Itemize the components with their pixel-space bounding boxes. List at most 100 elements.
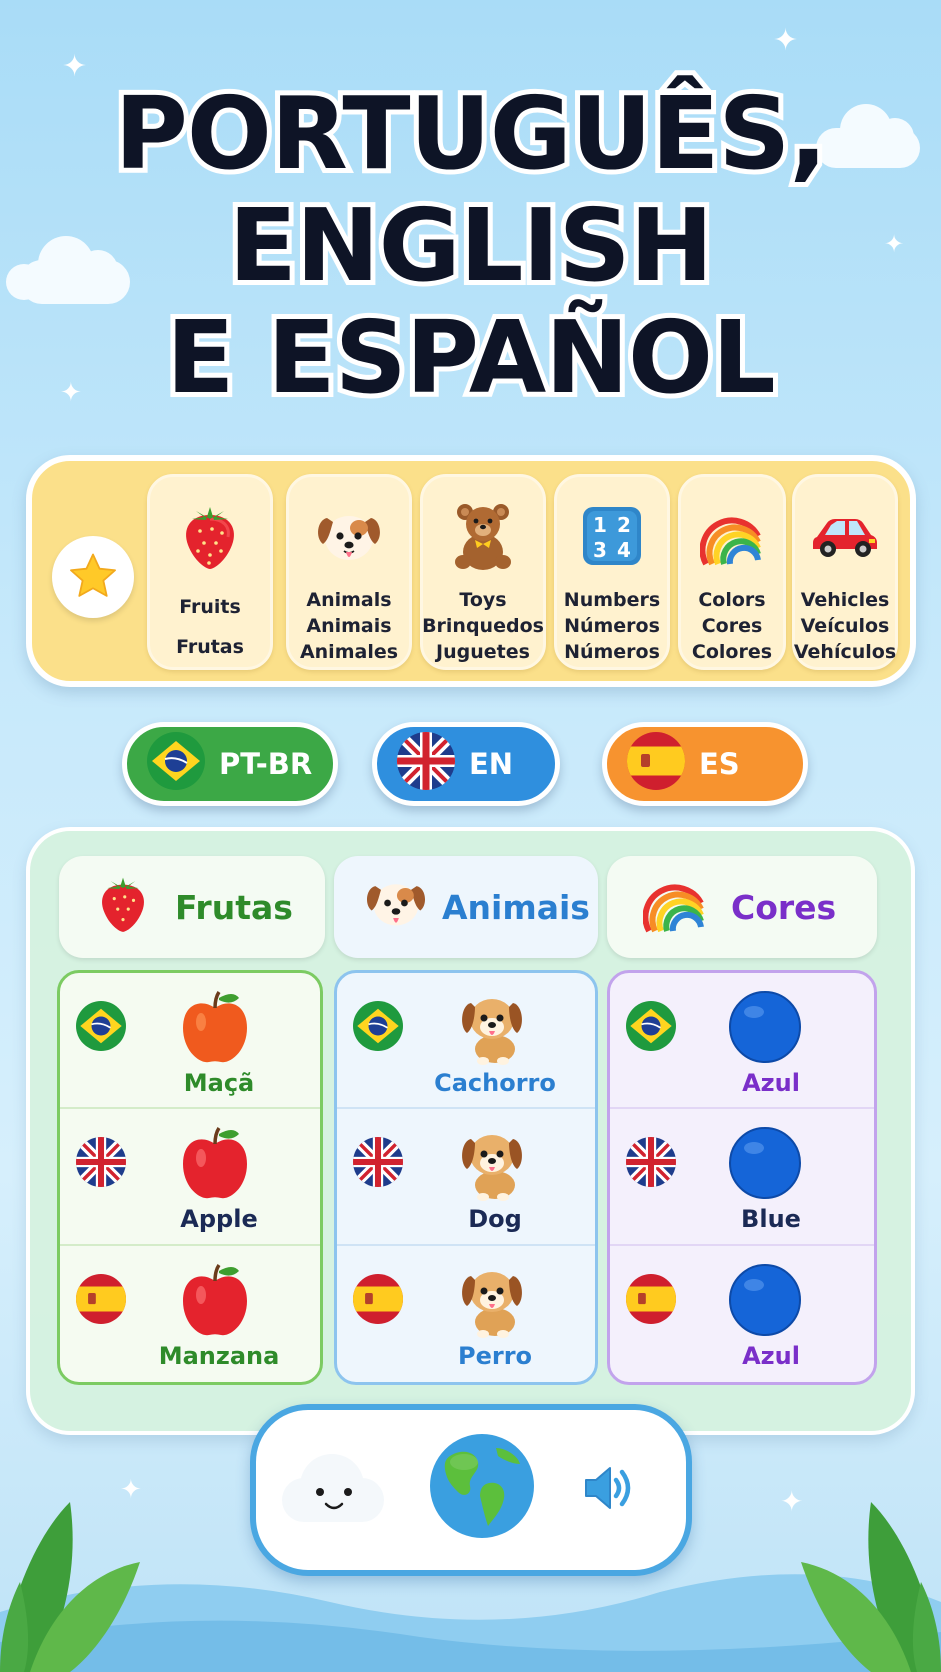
uk-flag-icon (353, 1137, 403, 1191)
blue-circle-icon (725, 1260, 805, 1340)
word-card[interactable]: Maçã (60, 973, 320, 1110)
strawberry-icon (95, 872, 151, 942)
word-card[interactable]: Dog (337, 1109, 595, 1246)
language-button-en[interactable]: EN (372, 722, 560, 806)
svg-text:2: 2 (617, 513, 631, 537)
uk-flag-icon (76, 1137, 126, 1191)
category-label: Colors (698, 589, 766, 611)
category-card-fruits[interactable]: Fruits Frutas (147, 474, 273, 670)
red-apple-icon (175, 1123, 255, 1203)
category-label: Toys (459, 589, 507, 611)
category-label: Fruits (179, 596, 241, 618)
spain-flag-icon (76, 1273, 126, 1328)
vocabulary-panel: Frutas Animais Cores Maçã Apple Manzana (26, 827, 915, 1435)
word-card[interactable]: Perro (337, 1246, 595, 1382)
category-card-colors[interactable]: Colors Cores Colores (678, 474, 786, 670)
brazil-flag-icon (626, 1001, 676, 1055)
rainbow-icon (642, 873, 707, 941)
puppy-icon (318, 516, 380, 560)
dog-icon (452, 1123, 532, 1203)
category-label: Vehicles (800, 589, 890, 611)
plant-leaves-right (801, 1502, 941, 1672)
mascot-button[interactable] (276, 1442, 388, 1538)
red-apple-icon (175, 1260, 255, 1340)
word-label: Cachorro (434, 1069, 556, 1097)
word-label: Apple (180, 1205, 258, 1234)
category-card-animals[interactable]: Animals Animais Animales (286, 474, 412, 670)
language-button-pt-br[interactable]: PT-BR (122, 722, 338, 806)
plant-leaves-left (0, 1502, 140, 1672)
category-label: Animals (306, 589, 392, 611)
category-label: Animais (306, 615, 392, 637)
uk-flag-icon (397, 731, 455, 797)
category-card-toys[interactable]: Toys Brinquedos Juguetes (420, 474, 546, 670)
page-title: PORTUGUÊS, ENGLISH E ESPAÑOL (0, 73, 941, 419)
language-code: ES (699, 747, 740, 781)
numbers-icon: 1 23 4 (583, 507, 641, 565)
spain-flag-icon (627, 731, 685, 797)
word-label: Maçã (183, 1069, 255, 1097)
category-label: Números (564, 641, 660, 663)
title-line: E ESPAÑOL (161, 297, 780, 419)
word-column-cores: Azul Blue Azul (607, 970, 877, 1385)
category-label: Brinquedos (422, 615, 544, 637)
category-label: Vehículos (793, 641, 897, 663)
word-column-animais: Cachorro Dog Perro (334, 970, 598, 1385)
puppy-icon (360, 873, 432, 941)
bottom-action-bar (250, 1404, 692, 1576)
dog-icon (452, 1260, 532, 1340)
category-label: Juguetes (436, 641, 530, 663)
spain-flag-icon (626, 1273, 676, 1328)
language-code: EN (469, 747, 514, 781)
word-card[interactable]: Blue (610, 1109, 874, 1246)
column-header-label: Animais (442, 887, 590, 927)
tab-cores[interactable]: Cores (607, 856, 877, 958)
brazil-flag-icon (76, 1001, 126, 1055)
language-button-es[interactable]: ES (602, 722, 808, 806)
tab-frutas[interactable]: Frutas (59, 856, 325, 958)
orange-apple-icon (175, 987, 255, 1067)
word-card[interactable]: Manzana (60, 1246, 320, 1382)
sparkle-icon: ✦ (773, 23, 799, 58)
title-line: ENGLISH (224, 185, 719, 307)
title-line: PORTUGUÊS, (110, 73, 833, 195)
svg-text:3: 3 (593, 538, 607, 562)
rainbow-icon (700, 517, 761, 566)
favorites-button[interactable] (52, 536, 134, 618)
svg-text:4: 4 (617, 538, 631, 562)
category-label: Cores (701, 615, 763, 637)
globe-icon (430, 1434, 534, 1538)
category-label: Colores (691, 641, 773, 663)
word-label: Azul (742, 1069, 800, 1097)
word-card[interactable]: Azul (610, 1246, 874, 1382)
word-label: Manzana (158, 1341, 280, 1370)
word-label: Blue (741, 1205, 801, 1234)
category-strip: Fruits Frutas Animals Animais Animales T… (26, 455, 916, 687)
car-icon (813, 519, 877, 557)
speaker-icon (585, 1467, 631, 1509)
category-label: Animales (299, 641, 399, 663)
word-card[interactable]: Apple (60, 1109, 320, 1246)
category-card-vehicles[interactable]: Vehicles Veículos Vehículos (792, 474, 898, 670)
teddy-bear-icon (455, 504, 511, 570)
dog-icon (452, 987, 532, 1067)
word-column-frutas: Maçã Apple Manzana (57, 970, 323, 1385)
category-card-numbers[interactable]: 1234 Numbers Números Números (554, 474, 670, 670)
category-label: Veículos (800, 615, 890, 637)
globe-button[interactable] (428, 1432, 536, 1540)
tab-animais[interactable]: Animais (334, 856, 598, 958)
category-label: Frutas (176, 636, 244, 658)
category-label: Numbers (563, 589, 661, 611)
category-label: Números (564, 615, 660, 637)
word-label: Azul (742, 1341, 800, 1370)
column-header-label: Cores (731, 887, 837, 927)
sound-button[interactable] (576, 1456, 640, 1520)
column-header-label: Frutas (175, 887, 293, 927)
brazil-flag-icon (147, 731, 205, 797)
word-card[interactable]: Cachorro (337, 973, 595, 1110)
uk-flag-icon (626, 1137, 676, 1191)
word-label: Perro (457, 1341, 533, 1370)
blue-circle-icon (725, 987, 805, 1067)
star-icon (70, 553, 116, 597)
word-card[interactable]: Azul (610, 973, 874, 1110)
